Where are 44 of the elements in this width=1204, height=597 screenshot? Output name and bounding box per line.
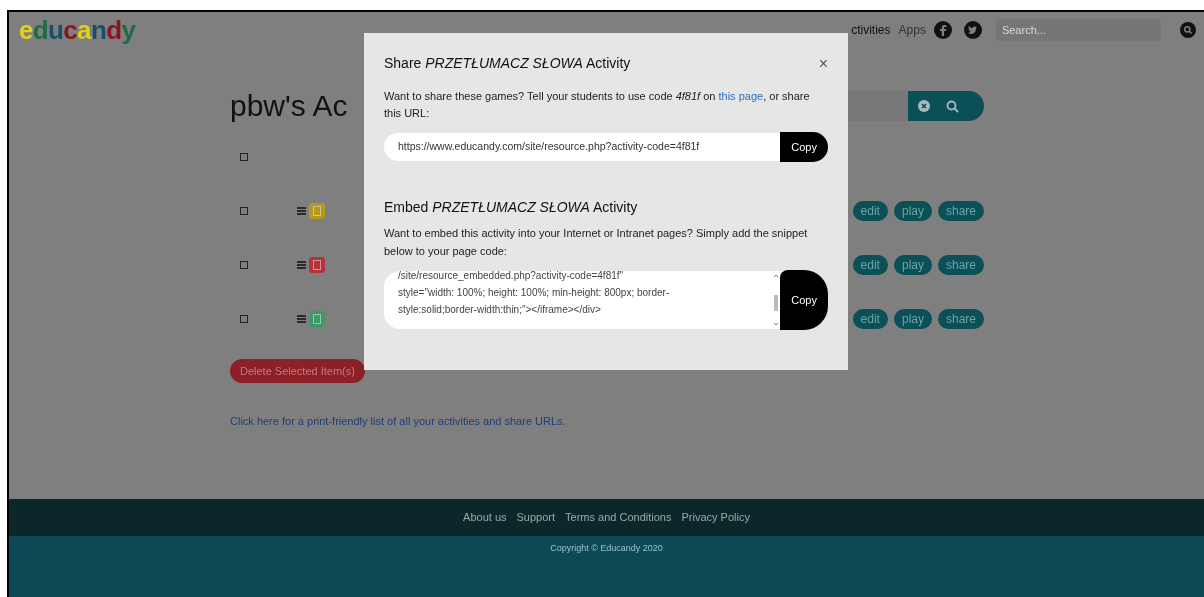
share-url-field[interactable]: https://www.educandy.com/site/resource.php?activity-code=4f81f [384,133,781,161]
drag-handle-icon[interactable] [297,315,306,323]
row-action-button[interactable]: share [937,201,984,221]
close-button[interactable]: × [818,55,828,72]
share-instructions: Want to share these games? Tell your students to use code 4f81f on this page, or share this URL: [384,89,811,121]
copy-url-button[interactable]: Copy [780,132,828,162]
row-checkbox[interactable] [240,261,248,269]
row-action-button[interactable]: edit [852,255,888,275]
this-page-link[interactable]: this page [718,90,764,102]
embed-title: Embed PRZETŁUMACZ SŁOWA Activity [384,198,639,217]
nav-link[interactable]: Apps [898,21,926,39]
search-icon[interactable] [946,99,959,113]
clear-icon[interactable] [918,100,930,112]
row-action-button[interactable]: play [893,201,932,221]
footer-link[interactable]: Support [516,509,556,526]
print-friendly-link[interactable]: Click here for a print-friendly list of all your activities and share URLs. [230,413,984,430]
row-action-button[interactable]: share [937,309,984,329]
drag-handle-icon[interactable] [297,261,306,269]
search-field[interactable]: Search... [995,19,1161,41]
drag-handle-icon[interactable] [297,207,306,215]
embed-instructions: Want to embed this activity into your Internet or Intranet pages? Simply add the snippet below to your page code: [384,226,809,259]
educandy-logo[interactable]: educandy [19,17,136,43]
footer-link[interactable]: About us [463,509,507,526]
filter-field[interactable] [848,91,908,121]
row-checkbox[interactable] [240,315,248,323]
twitter-icon[interactable] [963,21,982,39]
page-title: pbw's Ac [230,91,348,121]
facebook-icon[interactable] [933,21,952,39]
copyright-text: Copyright © Educandy 2020 [550,542,663,555]
row-action-button[interactable]: edit [852,309,888,329]
delete-selected-button[interactable]: Delete Selected Item(s) [230,359,365,384]
row-action-button[interactable]: play [893,309,932,329]
row-action-button[interactable]: share [937,255,984,275]
row-action-button[interactable]: play [893,255,932,275]
footer-link[interactable]: Privacy Policy [681,509,750,526]
row-action-button[interactable]: edit [852,201,888,221]
nav-link[interactable]: ctivities [851,21,891,39]
row-checkbox[interactable] [240,153,248,161]
row-checkbox[interactable] [240,207,248,215]
search-icon[interactable] [1180,22,1196,38]
dialog-title: Share PRZETŁUMACZ SŁOWA Activity [384,54,631,73]
embed-code-field[interactable]: /site/resource_embedded.php?activity-code=4f81f" style="width: 100%; height: 100%; min-height: 800px; border- style:solid;border-width:thin;"></iframe></div> [384,271,781,329]
copy-embed-button[interactable]: Copy [780,270,828,330]
footer-link[interactable]: Terms and Conditions [565,509,672,526]
